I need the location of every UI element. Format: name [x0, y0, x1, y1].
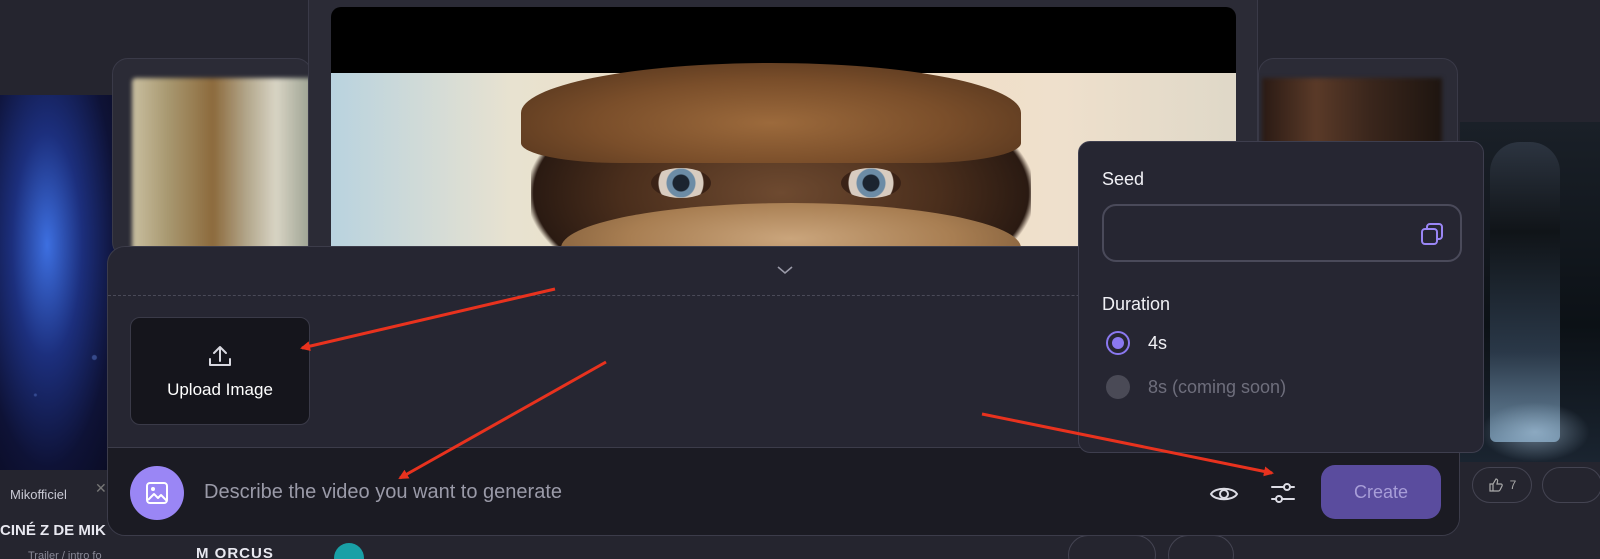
settings-button[interactable] — [1266, 476, 1300, 510]
sliders-icon — [1271, 483, 1295, 503]
duration-option-4s[interactable]: 4s — [1106, 331, 1167, 355]
eye-icon — [1209, 487, 1239, 501]
gallery-card-title-2: M ORCUS — [196, 545, 274, 559]
settings-popover: Seed Duration 4s 8s (coming soon) — [1078, 141, 1484, 453]
preview-toggle-button[interactable] — [1208, 478, 1240, 510]
avatar[interactable] — [334, 543, 364, 559]
action-pill[interactable] — [1168, 535, 1234, 559]
seed-label: Seed — [1102, 169, 1145, 189]
radio-disabled — [1106, 375, 1130, 399]
gallery-card-left-image[interactable] — [0, 95, 118, 470]
prompt-input[interactable] — [204, 472, 1184, 512]
gallery-card-username[interactable]: Mikofficiel — [10, 487, 67, 502]
upload-image-label: Upload Image — [167, 380, 273, 399]
image-icon — [146, 482, 168, 504]
duration-option-label: 8s (coming soon) — [1148, 376, 1287, 397]
duration-option-8s: 8s (coming soon) — [1106, 375, 1286, 399]
chevron-down-icon[interactable] — [775, 263, 795, 279]
seed-field[interactable] — [1102, 204, 1462, 262]
gallery-card-title: CINÉ Z DE MIK — [0, 522, 106, 539]
duration-label: Duration — [1102, 294, 1171, 314]
prompt-bar: Create — [108, 447, 1459, 535]
seed-input[interactable] — [1118, 220, 1408, 248]
share-button[interactable] — [1542, 467, 1600, 503]
create-button[interactable]: Create — [1321, 465, 1441, 519]
radio-selected[interactable] — [1106, 331, 1130, 355]
image-button[interactable] — [130, 466, 184, 520]
upload-icon — [209, 346, 231, 366]
upload-image-button[interactable]: Upload Image — [130, 317, 310, 425]
like-count: 7 — [1509, 478, 1517, 492]
gallery-card-forest-image[interactable] — [132, 78, 312, 253]
x-icon[interactable]: ✕ — [95, 480, 107, 497]
like-button[interactable]: 7 — [1472, 467, 1532, 503]
action-pill[interactable] — [1068, 535, 1156, 559]
duration-option-label: 4s — [1148, 332, 1168, 353]
copy-icon[interactable] — [1420, 222, 1444, 251]
thumbs-up-icon — [1489, 478, 1503, 492]
gallery-card-subtitle: Trailer / intro fo — [28, 550, 102, 559]
